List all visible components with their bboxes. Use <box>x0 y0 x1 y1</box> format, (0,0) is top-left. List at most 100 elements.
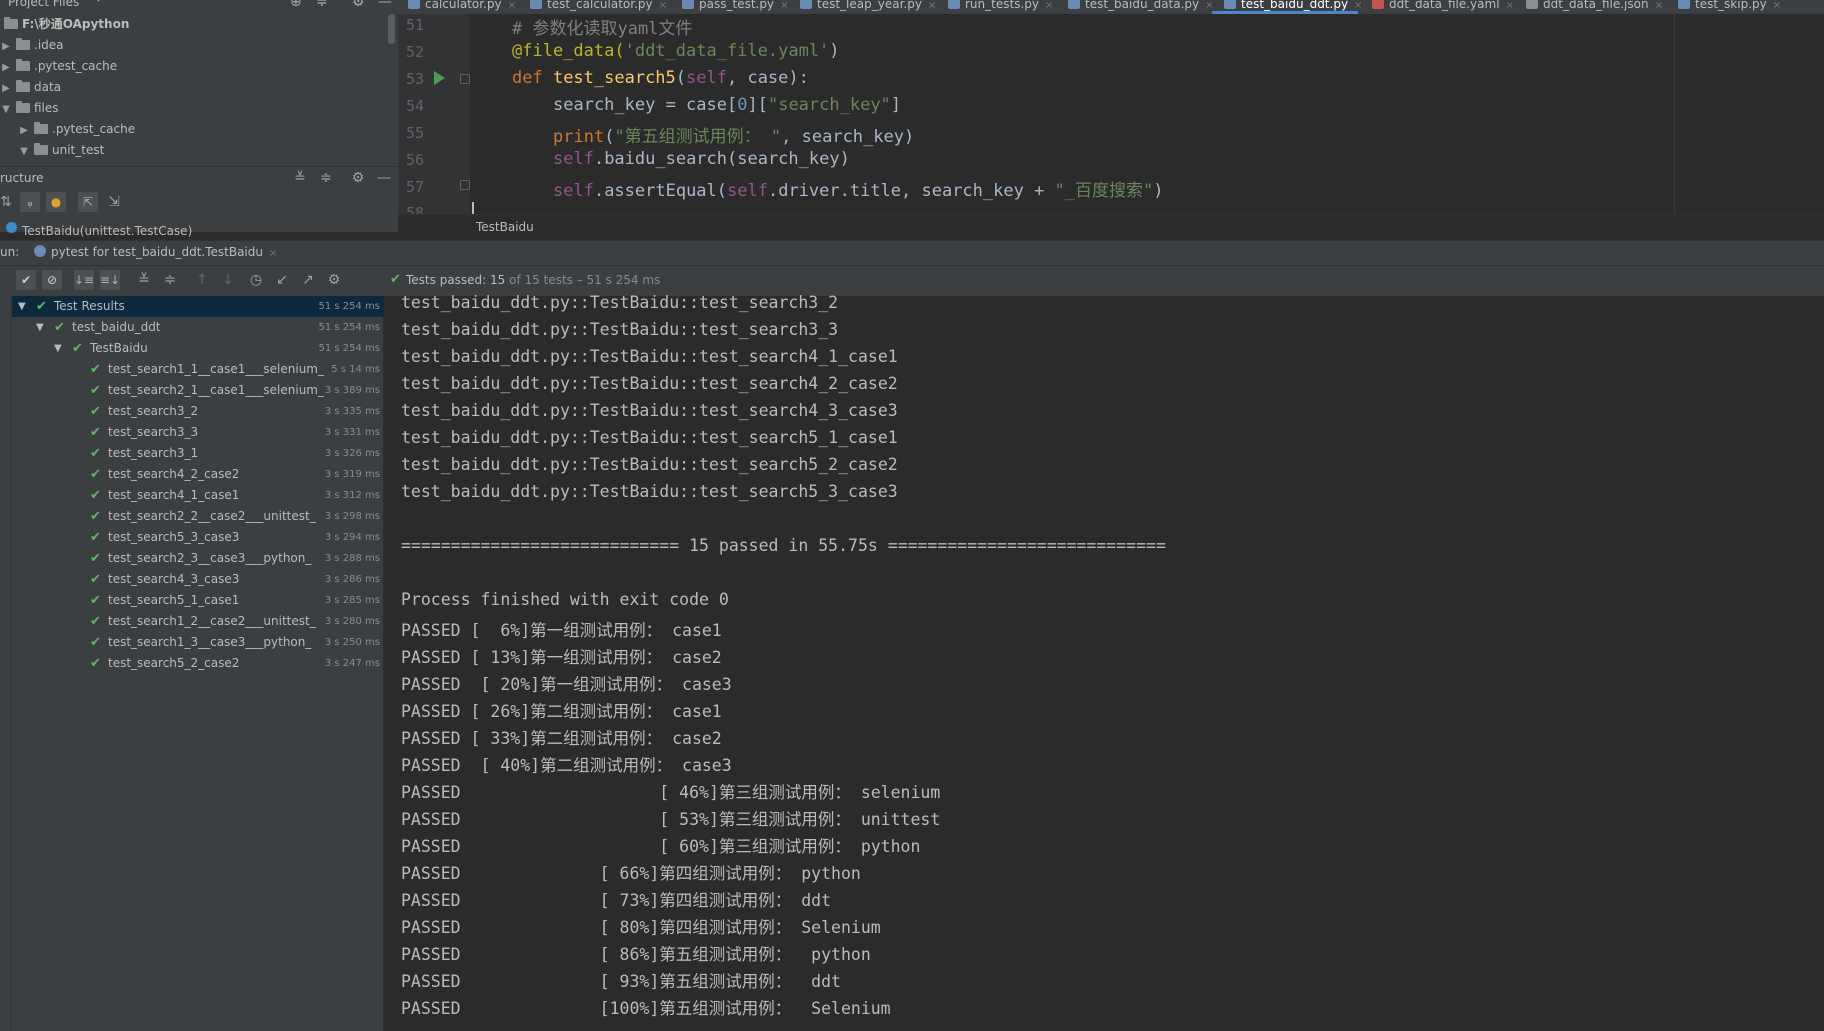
tree-item-pytest-cache[interactable]: ▶ .pytest_cache <box>0 56 117 77</box>
close-icon[interactable]: × <box>659 0 667 11</box>
arrow-up-icon[interactable]: ↑ <box>192 270 212 290</box>
test-row[interactable]: ✔ test_search5_2_case2 3 s 247 ms <box>12 653 384 674</box>
tree-item-files[interactable]: ▼ files <box>0 98 59 119</box>
chevron-down-icon[interactable]: ▼ <box>0 99 12 120</box>
project-header-title[interactable]: Project Files <box>8 0 79 9</box>
chevron-down-icon[interactable]: ▼ <box>36 317 44 338</box>
tree-item-unit-test[interactable]: ▼ unit_test <box>18 140 104 161</box>
passed-check-icon: ✔ <box>90 656 101 671</box>
test-row[interactable]: ✔ test_search3_1 3 s 326 ms <box>12 443 384 464</box>
sort-icon[interactable]: ⇅ <box>0 192 16 212</box>
collapse-all-icon[interactable]: ≑ <box>160 270 180 290</box>
export-icon[interactable]: ↗ <box>298 270 318 290</box>
test-results-root[interactable]: ▼ ✔ Test Results 51 s 254 ms <box>12 296 384 317</box>
chevron-right-icon[interactable]: ▶ <box>0 78 12 99</box>
chevron-down-icon[interactable]: ▼ <box>18 141 30 162</box>
close-icon[interactable]: × <box>928 0 936 11</box>
collapse-icon[interactable]: ≑ <box>316 0 328 10</box>
tree-item-idea[interactable]: ▶ .idea <box>0 35 64 56</box>
arrow-down-icon[interactable]: ↓ <box>218 270 238 290</box>
chevron-right-icon[interactable]: ▶ <box>0 36 12 57</box>
sort-duration-icon[interactable]: ≡↓ <box>100 270 120 290</box>
folder-icon <box>34 143 48 155</box>
test-row[interactable]: ✔ test_search1_3__case3___python_ 3 s 250 … <box>12 632 384 653</box>
project-root[interactable]: F:\秒通OApython <box>0 14 129 35</box>
editor-tab[interactable]: run_tests.py × <box>948 0 1053 14</box>
editor-tab[interactable]: test_leap_year.py × <box>800 0 936 14</box>
close-icon[interactable]: × <box>269 248 277 259</box>
line-number: 56 <box>405 151 424 169</box>
gear-icon[interactable]: ⚙ <box>352 0 365 10</box>
test-name: test_search1_1__case1___selenium_ <box>108 362 324 376</box>
close-icon[interactable]: × <box>1506 0 1514 11</box>
project-scrollbar[interactable] <box>388 14 395 44</box>
chevron-right-icon[interactable]: ▶ <box>0 57 12 78</box>
test-name: test_search3_2 <box>108 404 199 418</box>
test-row[interactable]: ✔ test_search2_3__case3___python_ 3 s 288 … <box>12 548 384 569</box>
test-row[interactable]: ✔ test_search1_2__case2___unittest_ 3 s 28… <box>12 611 384 632</box>
chevron-down-icon[interactable]: ▼ <box>54 338 62 359</box>
autoscroll-from-source-icon[interactable]: ⇲ <box>104 192 124 212</box>
collapse-all-icon[interactable]: ≑ <box>316 168 336 188</box>
show-inherited-icon[interactable]: ● <box>46 192 66 212</box>
console-line: test_baidu_ddt.py::TestBaidu::test_searc… <box>401 482 898 501</box>
run-test-icon[interactable] <box>434 71 445 85</box>
breadcrumb[interactable]: TestBaidu <box>476 220 534 234</box>
chevron-right-icon[interactable]: ▶ <box>18 120 30 141</box>
close-icon[interactable]: × <box>1773 0 1781 11</box>
editor-tab[interactable]: test_calculator.py × <box>530 0 667 14</box>
test-row[interactable]: ✔ test_search3_3 3 s 331 ms <box>12 422 384 443</box>
test-row[interactable]: ✔ test_search2_1__case1___selenium_ 3 s 38… <box>12 380 384 401</box>
history-icon[interactable]: ◷ <box>246 270 266 290</box>
expand-all-icon[interactable]: ≚ <box>290 168 310 188</box>
tree-item-files-pytest-cache[interactable]: ▶ .pytest_cache <box>18 119 135 140</box>
close-icon[interactable]: × <box>780 0 788 11</box>
gear-icon[interactable]: ⚙ <box>324 270 344 290</box>
fold-icon[interactable] <box>460 180 470 190</box>
show-passed-icon[interactable]: ✔ <box>16 270 36 290</box>
fold-icon[interactable] <box>460 74 470 84</box>
close-icon[interactable]: × <box>1655 0 1663 11</box>
project-root-label: F:\秒通OApython <box>22 17 130 31</box>
close-icon[interactable]: × <box>1205 0 1213 11</box>
tree-item-data[interactable]: ▶ data <box>0 77 61 98</box>
test-row[interactable]: ✔ test_search5_3_case3 3 s 294 ms <box>12 527 384 548</box>
passed-check-icon: ✔ <box>90 530 101 545</box>
gear-icon[interactable]: ⚙ <box>348 168 368 188</box>
run-tab-pytest[interactable]: pytest for test_baidu_ddt.TestBaidu × <box>34 245 277 259</box>
editor-tab[interactable]: test_baidu_data.py × <box>1068 0 1214 14</box>
editor-tab[interactable]: ddt_data_file.yaml × <box>1372 0 1514 14</box>
passed-check-icon: ✔ <box>90 404 101 419</box>
close-icon[interactable]: × <box>1354 0 1362 11</box>
test-time: 3 s 312 ms <box>324 490 380 501</box>
test-module[interactable]: ▼ ✔ test_baidu_ddt 51 s 254 ms <box>12 317 384 338</box>
import-tests-icon[interactable]: ↙ <box>272 270 292 290</box>
sort-alpha-icon[interactable]: ↓≡ <box>74 270 94 290</box>
editor-tab[interactable]: test_skip.py × <box>1678 0 1781 14</box>
test-row[interactable]: ✔ test_search4_2_case2 3 s 319 ms <box>12 464 384 485</box>
editor-tab[interactable]: ddt_data_file.json × <box>1526 0 1663 14</box>
editor-tab[interactable]: pass_test.py × <box>682 0 788 14</box>
minimize-icon[interactable]: — <box>378 0 392 10</box>
minimize-icon[interactable]: — <box>374 168 394 188</box>
test-class[interactable]: ▼ ✔ TestBaidu 51 s 254 ms <box>12 338 384 359</box>
locate-icon[interactable]: ⊕ <box>290 0 302 10</box>
test-row[interactable]: ✔ test_search5_1_case1 3 s 285 ms <box>12 590 384 611</box>
close-icon[interactable]: × <box>508 0 516 11</box>
structure-header <box>0 166 398 190</box>
test-row[interactable]: ✔ test_search4_1_case1 3 s 312 ms <box>12 485 384 506</box>
test-row[interactable]: ✔ test_search4_3_case3 3 s 286 ms <box>12 569 384 590</box>
autoscroll-to-source-icon[interactable]: ⇱ <box>78 192 98 212</box>
editor-tab[interactable]: calculator.py × <box>408 0 516 14</box>
test-row[interactable]: ✔ test_search1_1__case1___selenium_ 5 s 14… <box>12 359 384 380</box>
test-row[interactable]: ✔ test_search3_2 3 s 335 ms <box>12 401 384 422</box>
test-row[interactable]: ✔ test_search2_2__case2___unittest_ 3 s 29… <box>12 506 384 527</box>
show-fields-icon[interactable]: ᵩ <box>20 192 40 212</box>
editor-tab-label: test_calculator.py <box>547 0 653 11</box>
show-ignored-icon[interactable]: ⊘ <box>42 270 62 290</box>
chevron-down-icon[interactable]: ▾ <box>96 0 101 5</box>
close-icon[interactable]: × <box>1045 0 1053 11</box>
expand-all-icon[interactable]: ≚ <box>134 270 154 290</box>
chevron-down-icon[interactable]: ▼ <box>18 296 26 317</box>
console-line: test_baidu_ddt.py::TestBaidu::test_searc… <box>401 455 898 474</box>
